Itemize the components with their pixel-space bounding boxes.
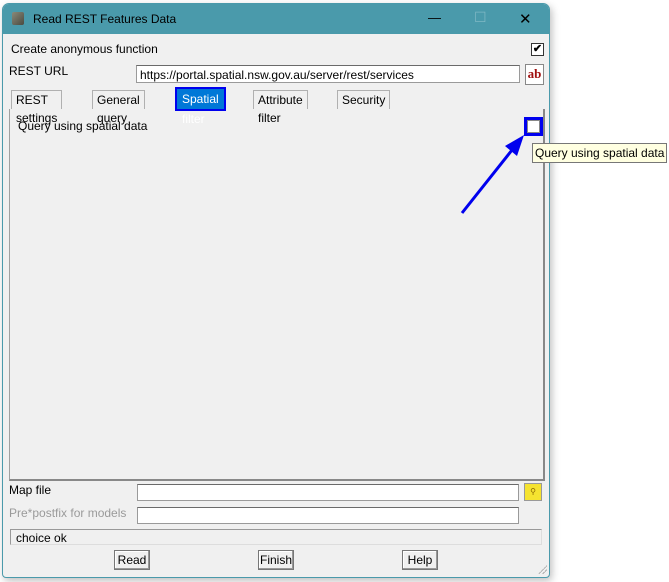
annotation-arrow-icon [460,135,524,214]
